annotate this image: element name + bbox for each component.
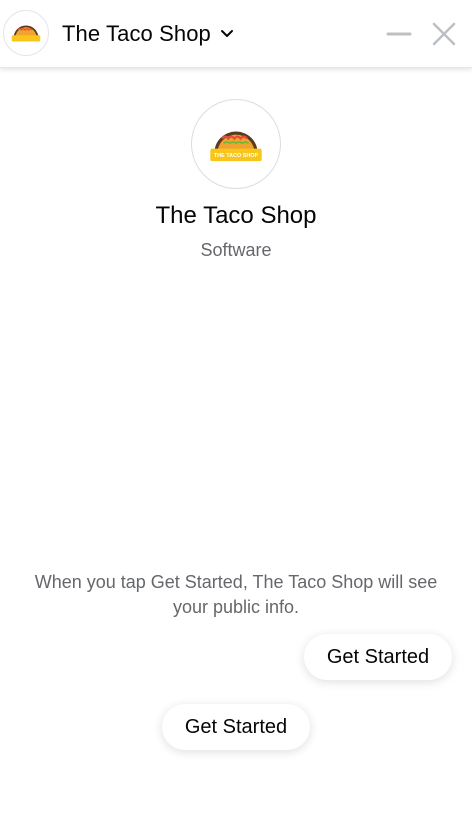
- minimize-icon: [386, 32, 412, 36]
- profile-category: Software: [200, 240, 272, 260]
- get-started-button[interactable]: Get Started: [162, 704, 310, 750]
- chevron-down-icon: [220, 26, 234, 44]
- taco-logo-icon: [6, 13, 46, 53]
- page-title-dropdown[interactable]: The Taco Shop: [62, 18, 234, 50]
- minimize-button[interactable]: [383, 18, 415, 50]
- profile-name: The Taco Shop: [155, 202, 317, 229]
- header-avatar[interactable]: [3, 10, 49, 56]
- chat-window: The Taco Shop THE TACO SHOP The Taco Sho…: [0, 0, 472, 820]
- close-button[interactable]: [428, 18, 460, 50]
- profile-avatar[interactable]: THE TACO SHOP: [191, 99, 281, 189]
- logo-banner-text: THE TACO SHOP: [214, 153, 259, 159]
- public-info-notice: When you tap Get Started, The Taco Shop …: [34, 572, 438, 617]
- close-icon: [432, 22, 456, 46]
- taco-logo-icon: THE TACO SHOP: [210, 131, 262, 162]
- get-started-quick-reply[interactable]: Get Started: [304, 634, 452, 680]
- chat-header: The Taco Shop: [0, 0, 472, 68]
- page-title: The Taco Shop: [62, 21, 211, 46]
